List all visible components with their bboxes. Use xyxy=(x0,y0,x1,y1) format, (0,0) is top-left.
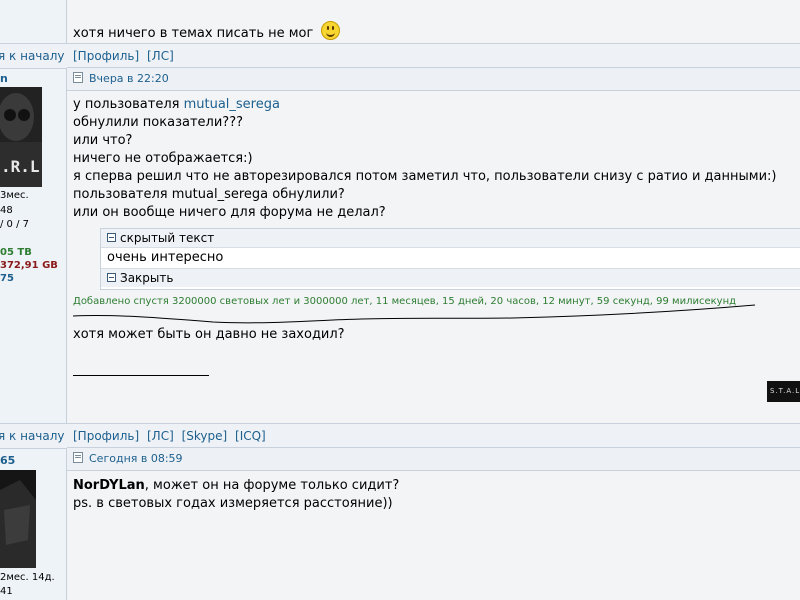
post1-ratio: 75 xyxy=(0,273,14,284)
icq-link[interactable]: [ICQ] xyxy=(235,429,266,443)
post-icon[interactable] xyxy=(73,72,83,83)
post1-upload: 05 TB xyxy=(0,247,32,258)
post-footer-bar-1: я к началу [Профиль] [ЛС] xyxy=(0,43,800,69)
pm-link-2[interactable]: [ЛС] xyxy=(147,429,174,443)
stalker-signature-banner: S.T.A.L xyxy=(767,381,800,402)
post1-after-text: хотя может быть он давно не заходил? xyxy=(73,327,345,342)
profile-link-2[interactable]: [Профиль] xyxy=(73,429,139,443)
spoiler-header[interactable]: скрытый текст xyxy=(101,229,800,248)
post2-user-posts: 41 xyxy=(0,586,13,597)
post1-user-posts: 48 xyxy=(0,205,13,216)
post1-header: Вчера в 22:20 xyxy=(67,67,800,91)
post1-line-3: ничего не отображается:) xyxy=(73,151,253,166)
post1-user-stats: / 0 / 7 xyxy=(0,219,29,230)
pm-link[interactable]: [ЛС] xyxy=(147,49,174,63)
dark-avatar-image xyxy=(0,470,36,568)
post1-download: 372,91 GB xyxy=(0,260,58,271)
post2-line-1: NorDYLan, может он на форуме только сиди… xyxy=(73,478,400,493)
collapse-icon[interactable] xyxy=(107,233,116,242)
post1-author-name[interactable]: n xyxy=(0,72,8,85)
post1-user-age: 3мес. xyxy=(0,190,29,201)
svg-text:.R.L.G: .R.L.G xyxy=(1,157,42,176)
left-user-column: n .R.L.G 3мес. 48 / 0 / 7 05 TB 372,91 G… xyxy=(0,0,67,600)
post1-avatar: .R.L.G xyxy=(0,87,42,187)
post1-line-5: пользователя mutual_serega обнулили? xyxy=(73,187,345,202)
post1-line-4: я сперва решил что не авторезировался по… xyxy=(73,169,777,184)
mutual-serega-link[interactable]: mutual_serega xyxy=(184,97,280,112)
top-post-text: хотя ничего в темах писать не мог xyxy=(73,21,341,41)
post-icon-2[interactable] xyxy=(73,452,83,463)
spoiler-close[interactable]: Закрыть xyxy=(101,269,800,287)
close-toggle-icon[interactable] xyxy=(107,273,116,282)
post2-header: Сегодня в 08:59 xyxy=(67,447,800,471)
post2-author-name[interactable]: 65 xyxy=(0,454,15,467)
smiley-icon xyxy=(321,21,341,40)
post1-line-6: или он вообще ничего для форума не делал… xyxy=(73,205,386,220)
back-to-top-link[interactable]: я к началу xyxy=(0,49,65,63)
post1-line-0: у пользователя mutual_serega xyxy=(73,97,280,112)
profile-links-2: [Профиль] [ЛС] [Skype] [ICQ] xyxy=(73,429,266,443)
profile-links-1: [Профиль] [ЛС] xyxy=(73,49,174,63)
signature-separator xyxy=(73,375,209,376)
post1-date: Вчера в 22:20 xyxy=(73,72,169,85)
post2-line-2: ps. в световых годах измеряется расстоян… xyxy=(73,496,393,511)
skype-link[interactable]: [Skype] xyxy=(182,429,228,443)
spoiler-block: скрытый текст очень интересно Закрыть xyxy=(100,228,800,290)
post-footer-bar-2: я к началу [Профиль] [ЛС] [Skype] [ICQ] xyxy=(0,423,800,449)
post1-line-2: или что? xyxy=(73,133,133,148)
gasmask-avatar-image: .R.L.G xyxy=(0,87,42,187)
post2-date: Сегодня в 08:59 xyxy=(73,452,183,465)
back-to-top-link-2[interactable]: я к началу xyxy=(0,429,65,443)
spoiler-content: очень интересно xyxy=(101,248,800,269)
top-post-body: хотя ничего в темах писать не мог xyxy=(67,0,800,44)
post2-avatar xyxy=(0,470,36,568)
post1-line-1: обнулили показатели??? xyxy=(73,115,243,130)
profile-link[interactable]: [Профиль] xyxy=(73,49,139,63)
reply-username[interactable]: NorDYLan xyxy=(73,478,145,493)
post2-user-age: 2мес. 14д. xyxy=(0,572,55,583)
